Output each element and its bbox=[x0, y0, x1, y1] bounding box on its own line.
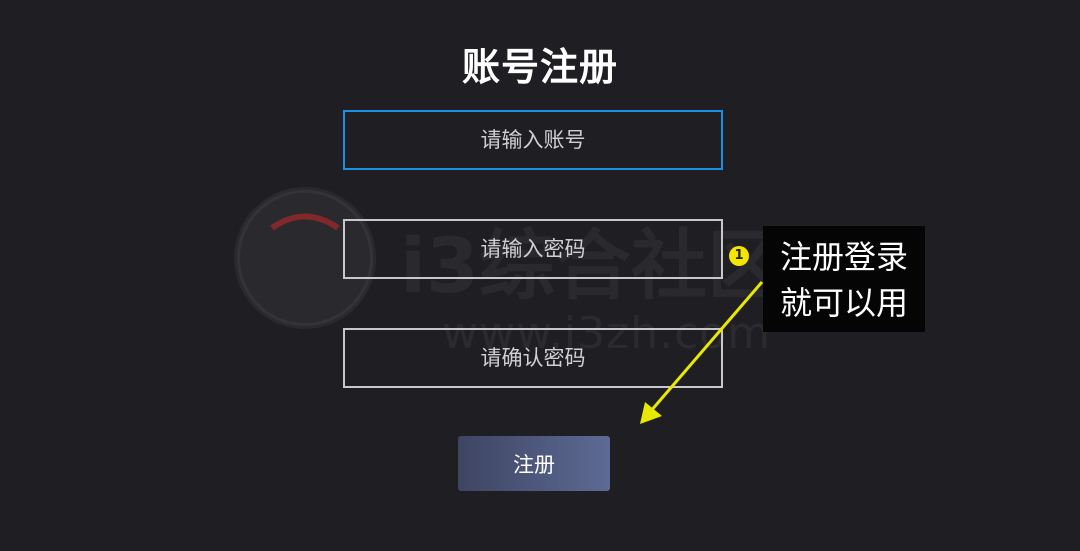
step-marker-badge: 1 bbox=[729, 246, 749, 266]
confirm-password-input[interactable] bbox=[343, 328, 723, 388]
annotation-line-1: 注册登录 bbox=[779, 238, 908, 276]
page-title: 账号注册 bbox=[461, 45, 618, 89]
register-button[interactable]: 注册 bbox=[458, 436, 610, 491]
account-input[interactable] bbox=[343, 110, 723, 170]
annotation-callout: 注册登录 就可以用 bbox=[763, 226, 925, 332]
password-input[interactable] bbox=[343, 219, 723, 279]
annotation-arrow-head bbox=[640, 402, 662, 424]
watermark-emblem-arc bbox=[270, 213, 340, 231]
annotation-line-2: 就可以用 bbox=[779, 284, 908, 322]
